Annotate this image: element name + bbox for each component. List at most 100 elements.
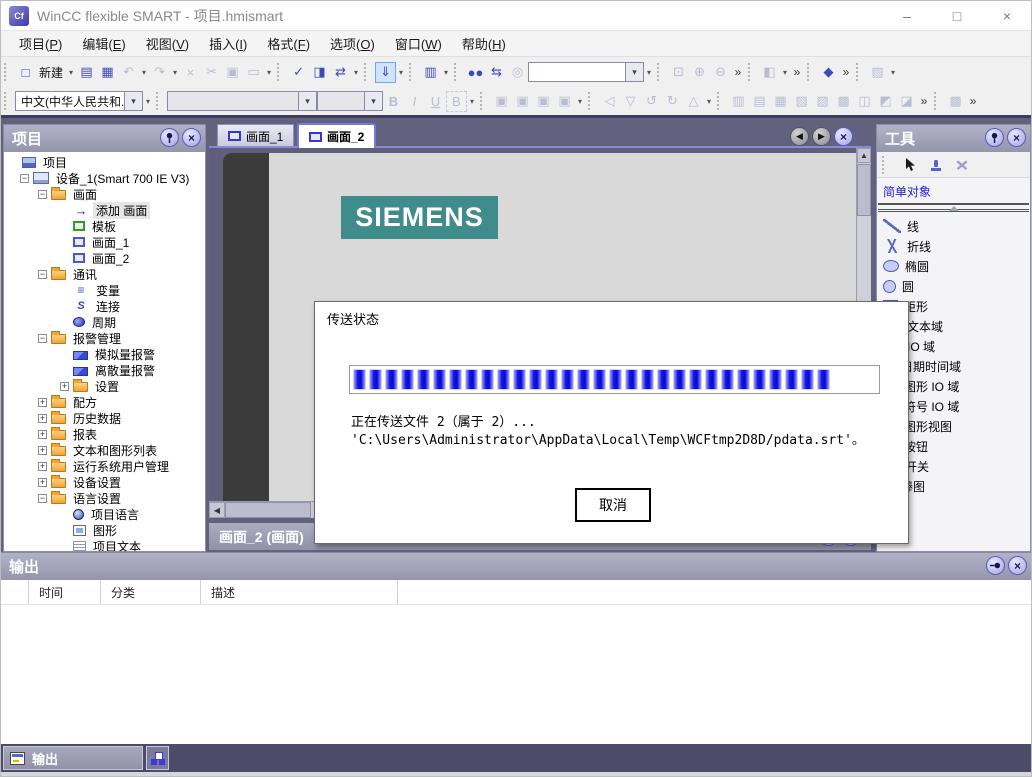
- tree-screens-folder[interactable]: 画面: [4, 186, 205, 202]
- stamp-icon[interactable]: [927, 156, 945, 174]
- tree-screen-2[interactable]: 画面_2: [4, 250, 205, 266]
- cut-button[interactable]: ✂: [201, 62, 222, 83]
- redo-button[interactable]: ↷: [149, 62, 170, 83]
- tab-scroll-right-icon[interactable]: ▶: [812, 127, 831, 146]
- close-icon[interactable]: ×: [182, 128, 201, 147]
- unpin-icon[interactable]: [986, 556, 1005, 575]
- tree-historical-data[interactable]: 历史数据: [4, 410, 205, 426]
- tree-connections[interactable]: 连接: [4, 298, 205, 314]
- paste-dropdown[interactable]: ▾: [264, 68, 274, 77]
- menu-insert[interactable]: 插入(I): [199, 31, 257, 56]
- flip-vertical-button[interactable]: ▽: [620, 91, 641, 112]
- tree-tags[interactable]: 变量: [4, 282, 205, 298]
- vertical-scroll-thumb[interactable]: [857, 164, 871, 216]
- font-size-combo[interactable]: [317, 91, 383, 111]
- tree-project-texts[interactable]: 项目文本: [4, 538, 205, 551]
- tool-circle[interactable]: 圆: [883, 276, 1030, 296]
- crossref-dropdown[interactable]: ▾: [441, 68, 451, 77]
- tree-reports[interactable]: 报表: [4, 426, 205, 442]
- align-left-button[interactable]: ▥: [728, 91, 749, 112]
- menu-options[interactable]: 选项(O): [320, 31, 385, 56]
- tree-alarm-management[interactable]: 报警管理: [4, 330, 205, 346]
- status-output-tab[interactable]: 输出: [3, 746, 143, 770]
- paste-button[interactable]: ▭: [243, 62, 264, 83]
- tree-graphics[interactable]: 图形: [4, 522, 205, 538]
- copy-button[interactable]: ▣: [222, 62, 243, 83]
- tree-expander[interactable]: [38, 430, 47, 439]
- tree-expander[interactable]: [38, 270, 47, 279]
- select-cursor-icon[interactable]: [901, 156, 919, 174]
- menu-help[interactable]: 帮助(H): [452, 31, 516, 56]
- find-next-button[interactable]: ◎: [507, 62, 528, 83]
- cancel-button[interactable]: 取消: [575, 488, 651, 522]
- transfer-settings-button[interactable]: ⇄: [330, 62, 351, 83]
- tab-close-icon[interactable]: ×: [834, 127, 853, 146]
- download-dropdown[interactable]: ▾: [396, 68, 406, 77]
- align-middle-button[interactable]: ▨: [812, 91, 833, 112]
- add-to-group-button[interactable]: ▣: [533, 91, 554, 112]
- zoom-area-button[interactable]: ⊡: [668, 62, 689, 83]
- tree-device-settings[interactable]: 设备设置: [4, 474, 205, 490]
- color-overflow[interactable]: »: [790, 65, 804, 79]
- minimize-button[interactable]: –: [893, 4, 921, 28]
- menu-window[interactable]: 窗口(W): [385, 31, 452, 56]
- simple-objects-section[interactable]: 简单对象: [877, 178, 1030, 203]
- validate-button[interactable]: ✓: [288, 62, 309, 83]
- tab-screen-1[interactable]: 画面_1: [217, 124, 294, 147]
- pin-icon[interactable]: [160, 128, 179, 147]
- rotate-180-button[interactable]: △: [683, 91, 704, 112]
- group-button[interactable]: ▣: [491, 91, 512, 112]
- new-screen-button[interactable]: □: [15, 62, 36, 83]
- close-icon[interactable]: ×: [1007, 128, 1026, 147]
- align-top-button[interactable]: ▧: [791, 91, 812, 112]
- tree-expander[interactable]: [38, 462, 47, 471]
- find-button[interactable]: ●●: [465, 62, 486, 83]
- tree-project-languages[interactable]: 项目语言: [4, 506, 205, 522]
- tree-alarm-settings[interactable]: 设置: [4, 378, 205, 394]
- pin-icon[interactable]: [985, 128, 1004, 147]
- object-view-button[interactable]: [146, 746, 169, 770]
- menu-format[interactable]: 格式(F): [257, 31, 320, 56]
- menu-project[interactable]: 项目(P): [9, 31, 72, 56]
- tree-expander[interactable]: [38, 494, 47, 503]
- language-dropdown[interactable]: ▾: [143, 97, 153, 106]
- search-dropdown[interactable]: ▾: [644, 68, 654, 77]
- maximize-button[interactable]: □: [943, 4, 971, 28]
- redo-dropdown[interactable]: ▾: [170, 68, 180, 77]
- undo-button[interactable]: ↶: [118, 62, 139, 83]
- zoom-out-button[interactable]: ⊖: [710, 62, 731, 83]
- tree-expander[interactable]: [20, 174, 29, 183]
- tree-text-graphic-lists[interactable]: 文本和图形列表: [4, 442, 205, 458]
- zoom-overflow[interactable]: »: [731, 65, 745, 79]
- tree-screen-1[interactable]: 画面_1: [4, 234, 205, 250]
- help-library-button[interactable]: ◆: [818, 62, 839, 83]
- rotate-right-button[interactable]: ↻: [662, 91, 683, 112]
- language-combo[interactable]: 中文(中华人民共和...: [15, 91, 143, 111]
- italic-button[interactable]: I: [404, 91, 425, 112]
- tree-project-root[interactable]: 项目: [4, 154, 205, 170]
- zoom-in-button[interactable]: ⊕: [689, 62, 710, 83]
- new-dropdown[interactable]: ▾: [66, 68, 76, 77]
- tree-runtime-user-admin[interactable]: 运行系统用户管理: [4, 458, 205, 474]
- scroll-left-icon[interactable]: ◀: [209, 502, 225, 518]
- help-overflow[interactable]: »: [839, 65, 853, 79]
- rotate-left-button[interactable]: ↺: [641, 91, 662, 112]
- output-col-category[interactable]: 分类: [101, 580, 201, 604]
- output-col-time[interactable]: 时间: [29, 580, 101, 604]
- remove-from-group-button[interactable]: ▣: [554, 91, 575, 112]
- tree-expander[interactable]: [38, 334, 47, 343]
- open-project-button[interactable]: ▤: [76, 62, 97, 83]
- align-center-button[interactable]: ▤: [749, 91, 770, 112]
- tree-add-screen[interactable]: 添加 画面: [4, 202, 205, 218]
- undo-dropdown[interactable]: ▾: [139, 68, 149, 77]
- transfer-dropdown[interactable]: ▾: [351, 68, 361, 77]
- tree-expander[interactable]: [60, 382, 69, 391]
- output-col-description[interactable]: 描述: [201, 580, 398, 604]
- windows-dropdown[interactable]: ▾: [888, 68, 898, 77]
- flip-horizontal-button[interactable]: ◁: [599, 91, 620, 112]
- underline-button[interactable]: U: [425, 91, 446, 112]
- windows-button[interactable]: ▧: [867, 62, 888, 83]
- align-bottom-button[interactable]: ▩: [833, 91, 854, 112]
- distribute-horizontal-button[interactable]: ◫: [854, 91, 875, 112]
- tree-expander[interactable]: [38, 414, 47, 423]
